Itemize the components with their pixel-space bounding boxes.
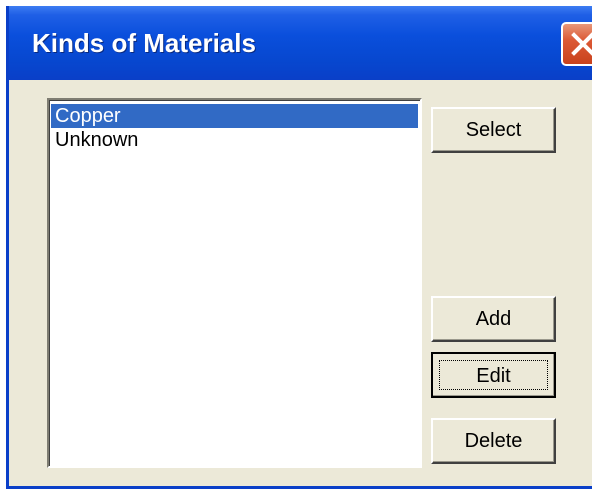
dialog-window: Kinds of Materials Copper Unknown Select… bbox=[6, 6, 592, 489]
window-title: Kinds of Materials bbox=[32, 28, 256, 58]
materials-list[interactable]: Copper Unknown bbox=[47, 98, 422, 468]
list-item-unknown[interactable]: Unknown bbox=[51, 128, 418, 152]
select-button[interactable]: Select bbox=[431, 107, 556, 153]
dialog-body: Copper Unknown Select Add Edit Delete bbox=[9, 80, 592, 486]
list-item-copper[interactable]: Copper bbox=[51, 104, 418, 128]
edit-button[interactable]: Edit bbox=[431, 352, 556, 398]
title-bar[interactable]: Kinds of Materials bbox=[9, 6, 592, 80]
close-button[interactable] bbox=[561, 22, 592, 66]
add-button[interactable]: Add bbox=[431, 296, 556, 342]
edit-button-label: Edit bbox=[439, 360, 548, 390]
delete-button[interactable]: Delete bbox=[431, 418, 556, 464]
close-icon bbox=[571, 32, 592, 56]
